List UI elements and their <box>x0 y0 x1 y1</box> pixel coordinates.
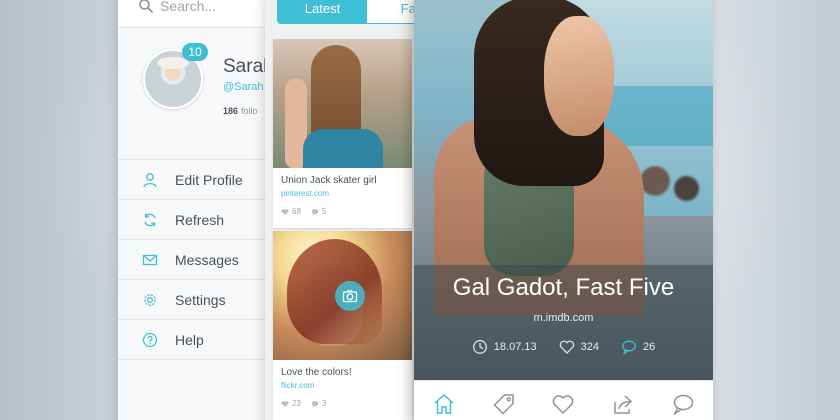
comment-icon <box>311 208 319 216</box>
detail-title: Gal Gadot, Fast Five <box>452 274 675 301</box>
refresh-icon <box>144 213 156 227</box>
menu-label: Edit Profile <box>175 172 243 188</box>
feed-card[interactable]: Love the colors! flickr.com 23 3 <box>273 231 412 420</box>
search-bar <box>118 0 280 28</box>
side-menu: Edit Profile Refresh Messages Settings H… <box>118 160 280 360</box>
nav-favorites[interactable] <box>543 387 583 420</box>
likes-count: 68 <box>292 207 301 216</box>
camera-button[interactable] <box>335 281 365 311</box>
photo-face <box>544 16 614 136</box>
bottom-nav <box>414 380 713 420</box>
menu-label: Help <box>175 332 204 348</box>
detail-likes[interactable]: 324 <box>559 339 599 355</box>
date-value: 18.07.13 <box>493 341 537 353</box>
followers-label: follo <box>241 106 258 116</box>
card-photo[interactable] <box>273 231 412 360</box>
notification-badge[interactable]: 10 <box>182 43 208 61</box>
camera-icon <box>342 290 358 303</box>
card-comments[interactable]: 3 <box>311 399 326 408</box>
mail-icon <box>142 254 158 266</box>
tag-icon <box>493 393 514 415</box>
heart-icon <box>281 400 289 407</box>
card-likes[interactable]: 23 <box>281 399 301 408</box>
card-comments[interactable]: 5 <box>311 207 326 216</box>
detail-source-link[interactable]: m.imdb.com <box>414 312 713 324</box>
tab-latest[interactable]: Latest <box>278 0 367 23</box>
user-icon <box>143 173 157 188</box>
chat-icon <box>673 394 694 416</box>
likes-count: 324 <box>580 341 599 353</box>
followers-count: 186 <box>223 106 239 116</box>
menu-item-refresh[interactable]: Refresh <box>118 200 280 240</box>
user-handle[interactable]: @Sarah <box>223 81 264 93</box>
detail-comments[interactable]: 26 <box>621 339 655 355</box>
gear-icon <box>144 294 156 306</box>
menu-item-help[interactable]: Help <box>118 320 280 360</box>
share-icon <box>614 394 633 414</box>
comment-icon <box>622 340 636 355</box>
card-source-link[interactable]: flickr.com <box>281 381 314 390</box>
feed-card[interactable]: Union Jack skater girl pinterest.com 68 … <box>273 39 412 228</box>
card-stats: 23 3 <box>281 399 326 408</box>
heart-icon <box>553 394 574 414</box>
search-icon <box>139 0 153 13</box>
heart-icon <box>559 340 574 354</box>
search-input[interactable] <box>160 0 270 15</box>
menu-label: Settings <box>175 292 226 308</box>
comments-count: 5 <box>321 207 327 216</box>
followers-stat: 186 follo <box>223 106 258 116</box>
help-icon <box>142 332 158 348</box>
nav-tags[interactable] <box>484 387 524 420</box>
feed-screen: Latest Fav Union Jack skater girl pinter… <box>265 0 415 420</box>
card-title: Love the colors! <box>281 367 352 378</box>
menu-label: Refresh <box>175 212 225 228</box>
photo-shirt <box>303 129 383 168</box>
comments-count: 26 <box>642 341 656 353</box>
likes-count: 23 <box>292 399 301 408</box>
home-icon <box>434 393 454 414</box>
nav-home[interactable] <box>424 387 464 420</box>
user-name: Saral <box>223 56 268 77</box>
menu-item-settings[interactable]: Settings <box>118 280 280 320</box>
card-stats: 68 5 <box>281 207 326 216</box>
nav-share[interactable] <box>603 387 643 420</box>
comments-count: 3 <box>321 399 327 408</box>
heart-icon <box>281 208 289 215</box>
tab-favorites[interactable]: Fav <box>367 0 415 23</box>
detail-stats: 18.07.13 324 26 <box>414 339 713 355</box>
detail-screen: Gal Gadot, Fast Five m.imdb.com 18.07.13… <box>414 0 713 420</box>
side-menu-screen: 10 Saral @Sarah 186follo Edit Profile Re… <box>118 0 280 420</box>
detail-date: 18.07.13 <box>472 339 537 355</box>
menu-item-edit-profile[interactable]: Edit Profile <box>118 160 280 200</box>
menu-item-messages[interactable]: Messages <box>118 240 280 280</box>
menu-label: Messages <box>175 252 239 268</box>
comment-icon <box>311 400 319 408</box>
profile-section: 10 Saral @Sarah 186 follo <box>118 28 280 160</box>
clock-icon <box>472 340 487 354</box>
card-title: Union Jack skater girl <box>281 175 377 186</box>
feed-tabs: Latest Fav <box>277 0 415 24</box>
card-likes[interactable]: 68 <box>281 207 301 216</box>
card-photo[interactable] <box>273 39 412 168</box>
card-source-link[interactable]: pinterest.com <box>281 189 329 198</box>
nav-comments[interactable] <box>663 387 703 420</box>
